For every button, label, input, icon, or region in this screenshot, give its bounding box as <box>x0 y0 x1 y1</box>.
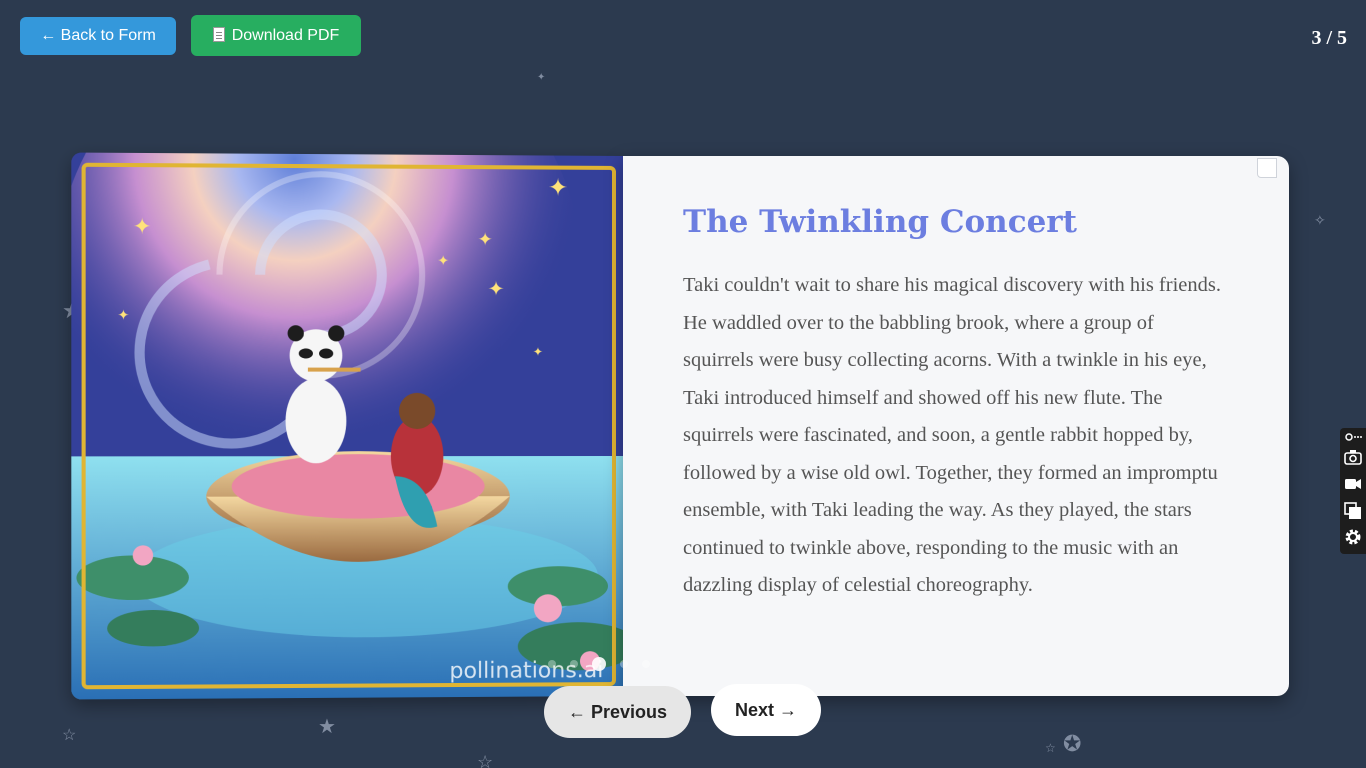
page-indicator <box>548 655 664 673</box>
camera-icon[interactable] <box>1344 448 1362 466</box>
page-fold-corner[interactable] <box>1257 158 1277 178</box>
star-decoration: ✧ <box>1314 212 1326 228</box>
page-dot[interactable] <box>620 660 628 668</box>
page-dot[interactable] <box>642 660 650 668</box>
story-text: Taki couldn't wait to share his magical … <box>683 274 1221 596</box>
back-to-form-button[interactable]: ← Back to Form <box>20 17 176 55</box>
star-decoration: ☆ <box>62 727 77 744</box>
page-dot[interactable] <box>548 660 556 668</box>
video-icon[interactable] <box>1344 475 1362 493</box>
page-counter: 3 / 5 <box>1311 27 1347 49</box>
page-dot[interactable] <box>570 660 578 668</box>
pin-icon[interactable] <box>1344 432 1362 442</box>
illustration-page: ✦ ✦ ✦ ✦ ✦ ✦ ✦ pollinations.ai <box>71 152 624 700</box>
story-title: The Twinkling Concert <box>683 204 1077 240</box>
gear-icon[interactable] <box>1344 528 1362 546</box>
side-toolbar <box>1340 428 1366 554</box>
star-decoration: ☆ <box>1045 741 1056 755</box>
star-decoration: ✪ <box>1063 731 1082 756</box>
storybook: ✦ ✦ ✦ ✦ ✦ ✦ ✦ pollinations.ai The Twinkl… <box>71 152 1289 700</box>
star-decoration: ✦ <box>537 72 546 83</box>
document-icon <box>212 26 225 42</box>
star-decoration: ★ <box>318 716 336 738</box>
star-decoration: ☆ <box>477 752 494 768</box>
download-pdf-button[interactable]: Download PDF <box>191 15 361 56</box>
gold-frame <box>81 162 617 690</box>
previous-button[interactable]: ← Previous <box>544 686 691 738</box>
page-dot-active[interactable] <box>592 657 606 671</box>
copy-icon[interactable] <box>1344 502 1362 520</box>
next-button[interactable]: Next → <box>711 684 821 736</box>
download-pdf-label: Download PDF <box>231 26 340 44</box>
text-page: The Twinkling Concert Taki couldn't wait… <box>623 156 1289 696</box>
